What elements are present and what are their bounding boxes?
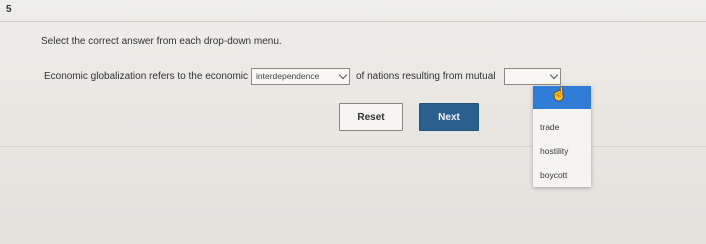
question-number: 5	[6, 4, 12, 15]
reset-button[interactable]: Reset	[339, 103, 403, 131]
chevron-down-icon	[549, 70, 558, 79]
sentence-part-2: of nations resulting from mutual	[356, 70, 496, 82]
question-sentence: Economic globalization refers to the eco…	[44, 67, 561, 85]
answer-dropdown-1[interactable]: interdependence	[251, 67, 350, 85]
answer-dropdown-2-menu: ☝ trade hostility boycott	[533, 86, 591, 187]
answer-dropdown-1-value: interdependence	[256, 71, 320, 81]
dropdown-option-highlighted-blank[interactable]: ☝	[533, 86, 591, 109]
dropdown-option-trade[interactable]: trade	[540, 122, 559, 132]
header-divider	[0, 21, 706, 22]
answer-dropdown-2[interactable]	[503, 67, 561, 85]
dropdown-option-boycott[interactable]: boycott	[540, 170, 567, 180]
hand-pointer-icon: ☝	[551, 86, 568, 101]
sentence-part-1: Economic globalization refers to the eco…	[44, 70, 248, 82]
chevron-down-icon	[338, 70, 348, 79]
content-divider	[0, 146, 706, 147]
next-button[interactable]: Next	[419, 103, 479, 131]
dropdown-option-hostility[interactable]: hostility	[540, 146, 568, 156]
question-instruction: Select the correct answer from each drop…	[41, 36, 282, 47]
